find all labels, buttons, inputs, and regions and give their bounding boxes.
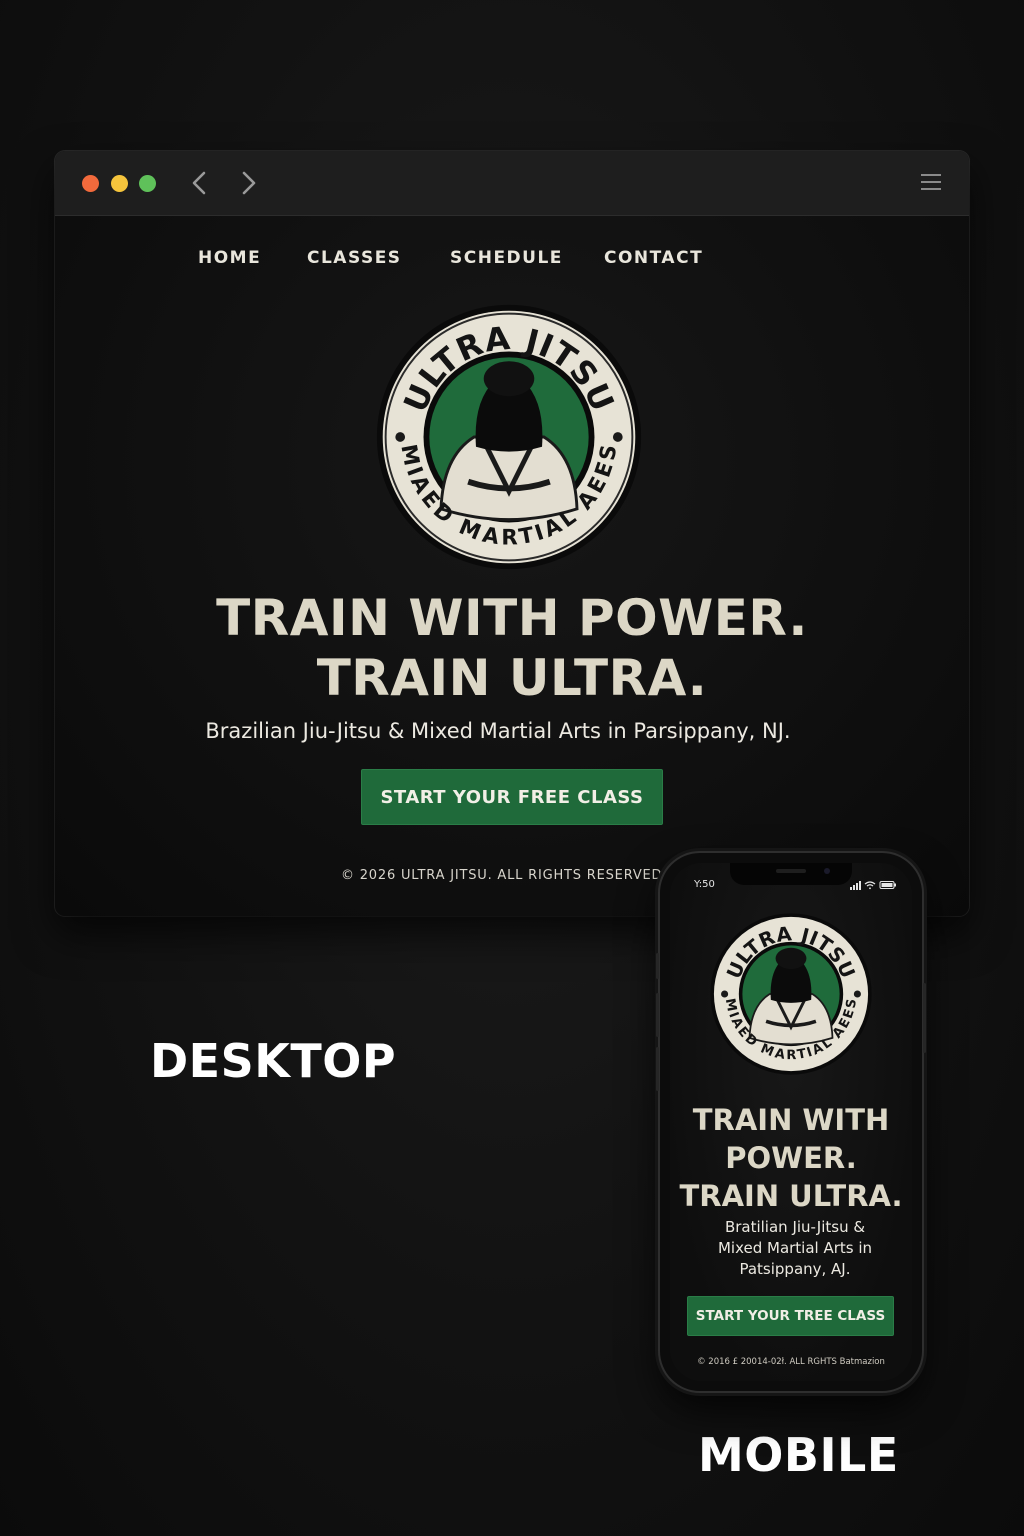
desktop-browser-window: HOME CLASSES SCHEDULE CONTACT ULTRA JITS… (55, 151, 969, 916)
nav-contact[interactable]: CONTACT (604, 248, 703, 268)
phone-volume-up (656, 993, 659, 1037)
nav-home[interactable]: HOME (198, 248, 261, 268)
mobile-screen: Y:50 ULTRA JITSU MIAED MARTIAL AEES TRAI… (670, 863, 912, 1381)
desktop-label: DESKTOP (150, 1034, 397, 1088)
browser-titlebar (55, 151, 969, 216)
ultra-jitsu-logo: ULTRA JITSU MIAED MARTIAL AEES (376, 304, 642, 570)
phone-mute-switch (656, 953, 659, 979)
nav-schedule[interactable]: SCHEDULE (450, 248, 563, 268)
nav-classes[interactable]: CLASSES (307, 248, 402, 268)
desktop-footer: © 2026 ULTRA JITSU. ALL RIGHTS RESERVED. (341, 868, 668, 883)
phone-notch (730, 863, 852, 885)
battery-icon (879, 881, 896, 889)
mobile-hero-title-line1: TRAIN WITH (692, 1103, 890, 1137)
hero-title-line2: TRAIN ULTRA. (316, 649, 708, 707)
hero-title: TRAIN WITH POWER. TRAIN ULTRA. (55, 588, 969, 708)
mobile-label: MOBILE (698, 1428, 899, 1482)
maximize-window-button[interactable] (139, 175, 156, 192)
mobile-hero-subtitle: Bratilian Jiu-Jitsu & Mixed Martial Arts… (690, 1217, 900, 1280)
start-free-class-button[interactable]: START YOUR FREE CLASS (361, 769, 663, 825)
hero-title-line1: TRAIN WITH POWER. (216, 589, 808, 647)
mobile-subtitle-line3: Patsippany, AJ. (739, 1260, 851, 1278)
status-time: Y:50 (694, 879, 715, 890)
back-arrow-icon[interactable] (185, 167, 213, 199)
main-nav: HOME CLASSES SCHEDULE CONTACT (55, 248, 969, 272)
mobile-hero-title-line3: TRAIN ULTRA. (679, 1179, 903, 1213)
mobile-footer: © 2016 £ 20014-02ł. ALL RGHTS Batmazion (697, 1357, 885, 1367)
ultra-jitsu-logo-mobile: ULTRA JITSU MIAED MARTIAL AEES (710, 913, 872, 1075)
hero-subtitle: Brazilian Jiu-Jitsu & Mixed Martial Arts… (205, 719, 791, 743)
mobile-subtitle-line1: Bratilian Jiu-Jitsu & (724, 1218, 866, 1236)
phone-power-button (923, 983, 926, 1053)
mobile-hero-title-line2: POWER. (725, 1141, 857, 1175)
mobile-phone-frame: Y:50 ULTRA JITSU MIAED MARTIAL AEES TRAI… (656, 853, 926, 1391)
minimize-window-button[interactable] (111, 175, 128, 192)
mobile-subtitle-line2: Mixed Martial Arts in (717, 1239, 873, 1257)
wifi-icon (864, 881, 876, 890)
close-window-button[interactable] (82, 175, 99, 192)
desktop-page: HOME CLASSES SCHEDULE CONTACT ULTRA JITS… (55, 216, 969, 916)
mobile-hero-title: TRAIN WITH POWER. TRAIN ULTRA. (670, 1101, 912, 1215)
status-icons (850, 881, 896, 890)
forward-arrow-icon[interactable] (235, 167, 263, 199)
hamburger-menu-icon[interactable] (921, 174, 941, 192)
phone-volume-down (656, 1047, 659, 1091)
signal-icon (850, 881, 861, 890)
mobile-start-class-button[interactable]: START YOUR TREE CLASS (687, 1296, 894, 1336)
